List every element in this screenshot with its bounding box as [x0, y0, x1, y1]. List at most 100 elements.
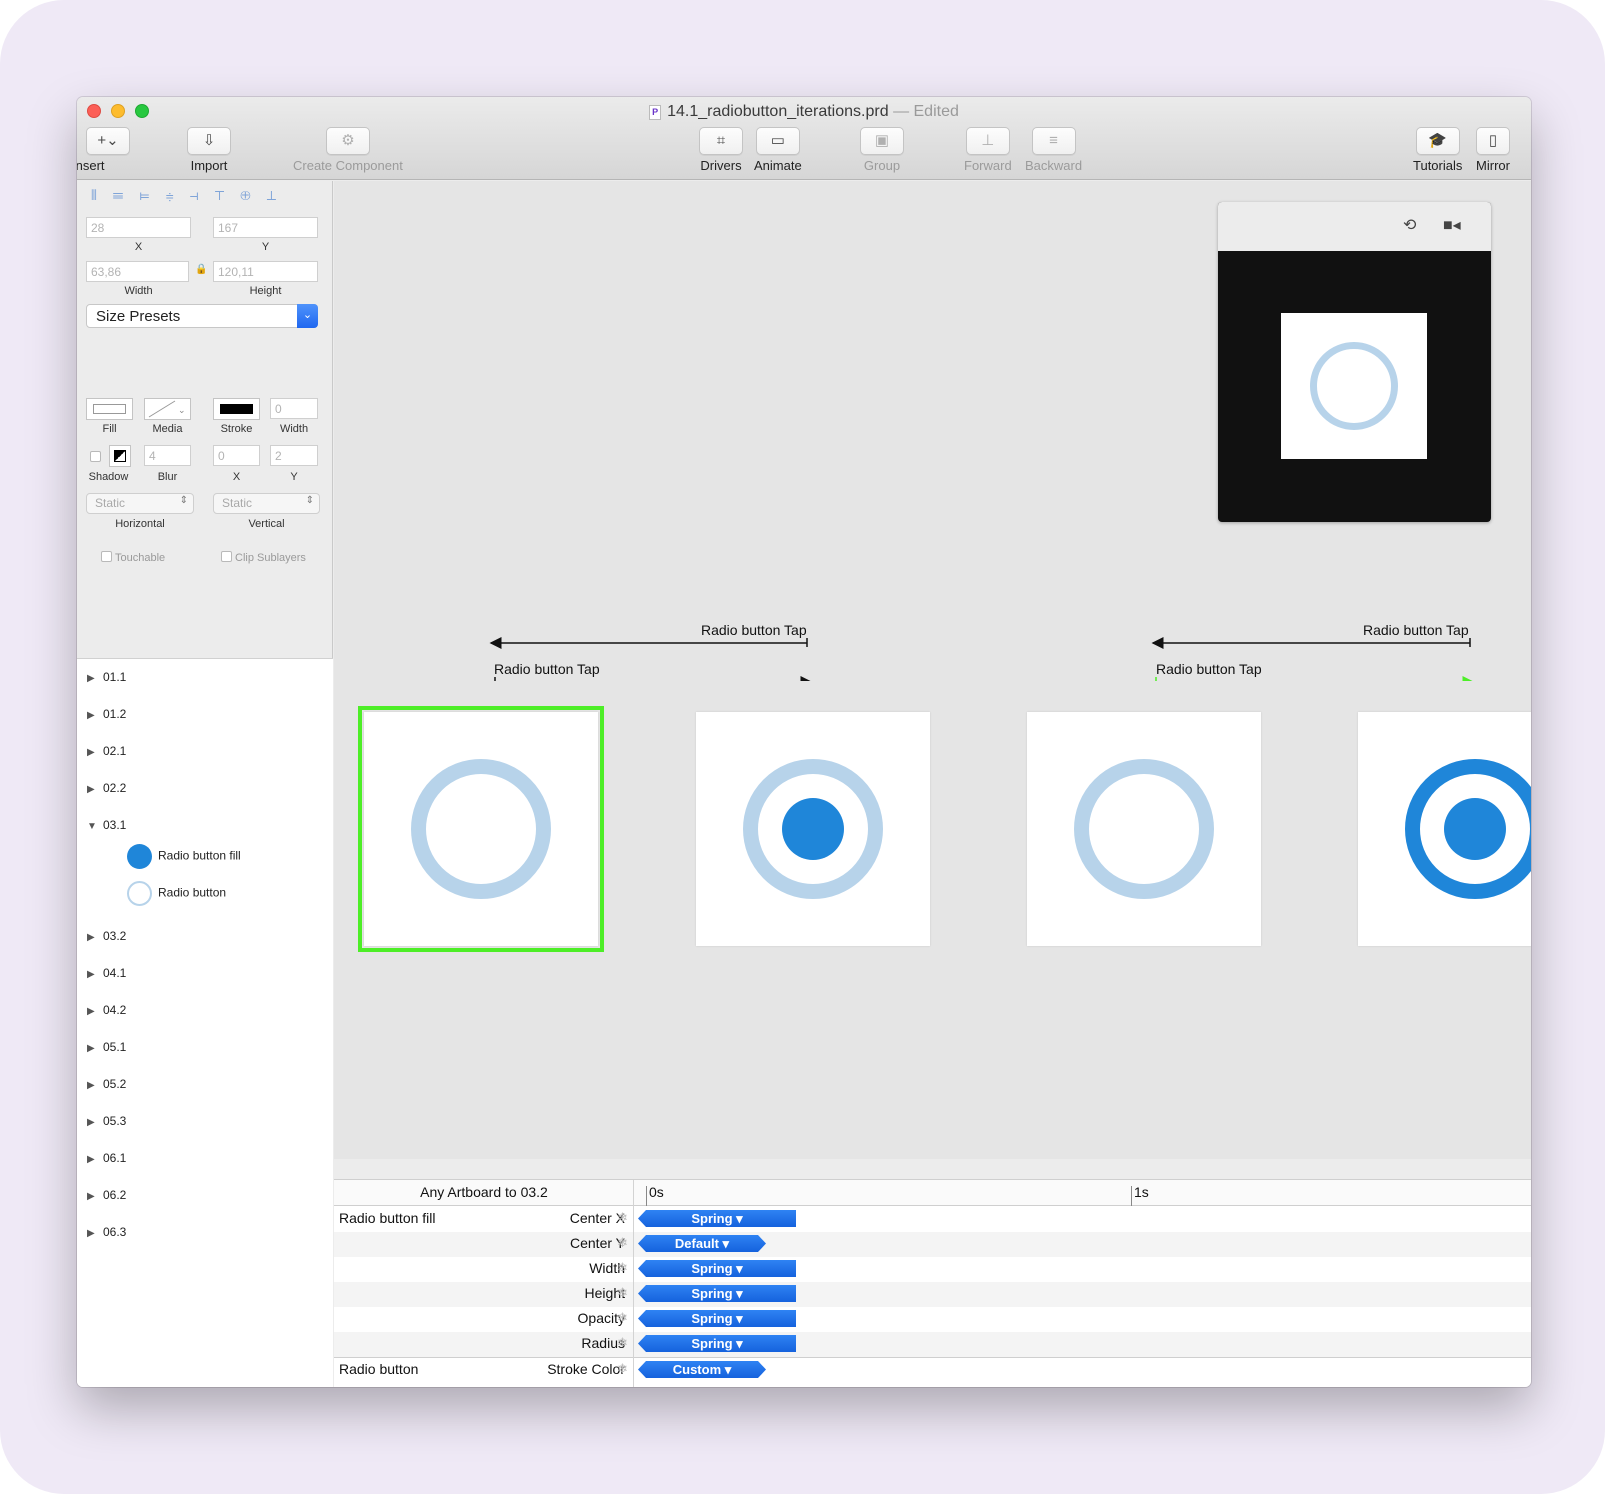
radio-button-fill[interactable] [1444, 798, 1506, 860]
disclosure-down-icon[interactable]: ▼ [87, 821, 103, 832]
snowflake-icon[interactable]: ❄ [617, 1361, 628, 1377]
curve-bar[interactable]: Spring ▾ [638, 1260, 796, 1277]
layer-child-label: Radio button [158, 885, 227, 900]
radio-button-fill[interactable] [782, 798, 844, 860]
import-button[interactable]: ⇩ Import [187, 127, 231, 173]
layer-item-05-3[interactable]: ▶ 05.3 [87, 1114, 126, 1128]
layer-item-02-2[interactable]: ▶ 02.2 [87, 781, 126, 795]
alignment-toolbar[interactable]: ⫴ ☰ ⊨ ≑ ⊣ ⊤ ⊕ ⊥ [91, 187, 282, 204]
disclosure-right-icon[interactable]: ▶ [87, 1006, 103, 1017]
height-field[interactable] [213, 261, 318, 282]
disclosure-right-icon[interactable]: ▶ [87, 932, 103, 943]
curve-bar[interactable]: Default ▾ [638, 1235, 766, 1252]
snowflake-icon[interactable]: ❄ [617, 1260, 628, 1276]
touchable-checkbox[interactable] [101, 551, 112, 562]
backward-button[interactable]: ≡ Backward [1025, 127, 1082, 173]
snowflake-icon[interactable]: ❄ [617, 1210, 628, 1226]
import-icon: ⇩ [187, 127, 231, 155]
drivers-label: Drivers [700, 158, 742, 173]
layer-item-05-1[interactable]: ▶ 05.1 [87, 1040, 126, 1054]
artboard-04-1[interactable] [1027, 712, 1261, 946]
disclosure-right-icon[interactable]: ▶ [87, 784, 103, 795]
disclosure-right-icon[interactable]: ▶ [87, 673, 103, 684]
create-component-button[interactable]: ⚙ Create Component [293, 127, 403, 173]
tutorials-button[interactable]: 🎓 Tutorials [1413, 127, 1462, 173]
disclosure-right-icon[interactable]: ▶ [87, 1043, 103, 1054]
timeline-row[interactable]: Height ❄ Spring ▾ [334, 1282, 1531, 1307]
curve-bar[interactable]: Spring ▾ [638, 1210, 796, 1227]
disclosure-right-icon[interactable]: ▶ [87, 1191, 103, 1202]
layer-child-radio-button[interactable]: Radio button [127, 881, 226, 906]
layer-item-06-2[interactable]: ▶ 06.2 [87, 1188, 126, 1202]
layer-item-06-1[interactable]: ▶ 06.1 [87, 1151, 126, 1165]
lock-icon[interactable]: 🔒 [195, 264, 207, 275]
blur-field[interactable] [144, 445, 191, 466]
width-field[interactable] [86, 261, 189, 282]
clip-sublayers-checkbox[interactable] [221, 551, 232, 562]
touchable-option[interactable]: Touchable [101, 551, 165, 564]
artboard-04-2[interactable] [1358, 712, 1531, 946]
layer-item-04-1[interactable]: ▶ 04.1 [87, 966, 126, 980]
snowflake-icon[interactable]: ❄ [617, 1285, 628, 1301]
disclosure-right-icon[interactable]: ▶ [87, 1228, 103, 1239]
layer-item-03-2[interactable]: ▶ 03.2 [87, 929, 126, 943]
canvas[interactable]: ⟲ ■◂ Radio button Tap Radio button Tap R… [334, 181, 1531, 1159]
timeline-row[interactable]: Radio button Stroke Color ❄ Custom ▾ [334, 1357, 1531, 1382]
snowflake-icon[interactable]: ❄ [617, 1310, 628, 1326]
connection-label[interactable]: Radio button Tap [494, 661, 600, 677]
artboard-03-2[interactable] [696, 712, 930, 946]
layer-item-06-3[interactable]: ▶ 06.3 [87, 1225, 126, 1239]
timeline-row[interactable]: Radius ❄ Spring ▾ [334, 1332, 1531, 1357]
shadow-color-swatch[interactable] [109, 445, 131, 467]
disclosure-right-icon[interactable]: ▶ [87, 747, 103, 758]
timeline-layer-name: Radio button [339, 1361, 419, 1377]
stroke-swatch[interactable] [213, 398, 260, 420]
radio-button[interactable] [411, 759, 551, 899]
animate-button[interactable]: ▭ Animate [754, 127, 802, 173]
timeline-row[interactable]: Width ❄ Spring ▾ [334, 1257, 1531, 1282]
timeline-row[interactable]: Opacity ❄ Spring ▾ [334, 1307, 1531, 1332]
group-button[interactable]: ▣ Group [860, 127, 904, 173]
shadow-checkbox[interactable] [90, 451, 101, 462]
disclosure-right-icon[interactable]: ▶ [87, 1080, 103, 1091]
drivers-button[interactable]: ⌗ Drivers [699, 127, 743, 173]
size-presets-select[interactable]: Size Presets ⌄ [86, 304, 318, 328]
timeline-row[interactable]: Radio button fill Center X ❄ Spring ▾ [334, 1207, 1531, 1232]
curve-bar[interactable]: Custom ▾ [638, 1361, 766, 1378]
layer-item-03-1[interactable]: ▼ 03.1 [87, 818, 126, 832]
snowflake-icon[interactable]: ❄ [617, 1335, 628, 1351]
shadow-x-field[interactable] [213, 445, 260, 466]
media-swatch[interactable]: ⌄ [144, 398, 191, 420]
disclosure-right-icon[interactable]: ▶ [87, 1117, 103, 1128]
clip-sublayers-option[interactable]: Clip Sublayers [221, 551, 306, 564]
connection-label[interactable]: Radio button Tap [1156, 661, 1262, 677]
layer-item-04-2[interactable]: ▶ 04.2 [87, 1003, 126, 1017]
mirror-button[interactable]: ▯ Mirror [1476, 127, 1510, 173]
connection-label[interactable]: Radio button Tap [1363, 622, 1469, 638]
insert-button[interactable]: +⌄ Insert [77, 127, 130, 173]
disclosure-right-icon[interactable]: ▶ [87, 710, 103, 721]
disclosure-right-icon[interactable]: ▶ [87, 969, 103, 980]
layer-child-radio-button-fill[interactable]: Radio button fill [127, 844, 241, 869]
y-field[interactable] [213, 217, 318, 238]
snowflake-icon[interactable]: ❄ [617, 1235, 628, 1251]
connection-label[interactable]: Radio button Tap [701, 622, 807, 638]
curve-bar[interactable]: Spring ▾ [638, 1310, 796, 1327]
disclosure-right-icon[interactable]: ▶ [87, 1154, 103, 1165]
curve-bar[interactable]: Spring ▾ [638, 1285, 796, 1302]
curve-bar[interactable]: Spring ▾ [638, 1335, 796, 1352]
stroke-width-field[interactable] [270, 398, 318, 419]
vertical-resizing-select[interactable]: Static ⇕ [213, 493, 320, 514]
layer-item-01-1[interactable]: ▶ 01.1 [87, 670, 126, 684]
shadow-y-field[interactable] [270, 445, 318, 466]
layer-item-05-2[interactable]: ▶ 05.2 [87, 1077, 126, 1091]
forward-button[interactable]: ⊥ Forward [964, 127, 1012, 173]
timeline-row[interactable]: Center Y ❄ Default ▾ [334, 1232, 1531, 1257]
layer-item-02-1[interactable]: ▶ 02.1 [87, 744, 126, 758]
layer-item-01-2[interactable]: ▶ 01.2 [87, 707, 126, 721]
fill-swatch[interactable] [86, 398, 133, 420]
radio-button[interactable] [1074, 759, 1214, 899]
horizontal-resizing-select[interactable]: Static ⇕ [86, 493, 194, 514]
x-field[interactable] [86, 217, 191, 238]
artboard-03-1-selected[interactable] [358, 706, 604, 952]
